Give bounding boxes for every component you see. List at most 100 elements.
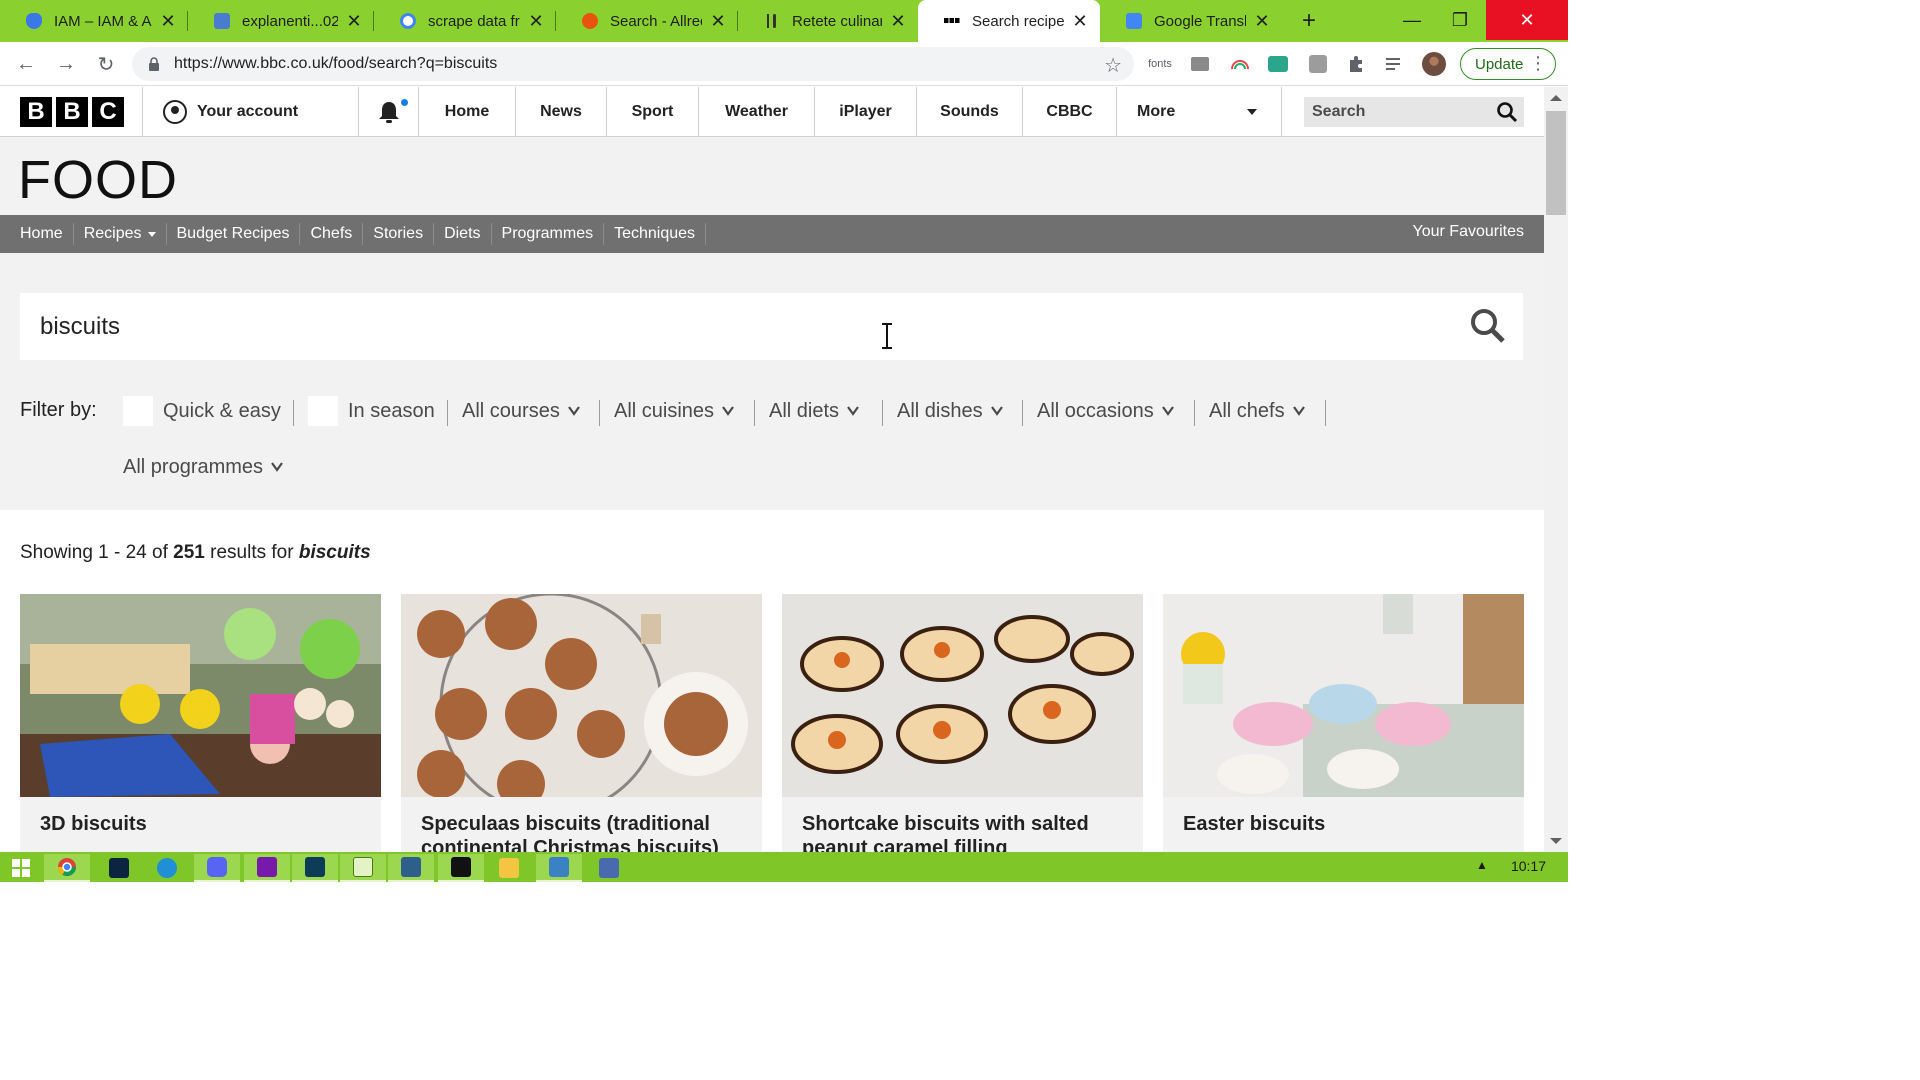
app-taskbar-icon[interactable] [292,854,338,882]
subnav-budget-recipes[interactable]: Budget Recipes [167,223,301,245]
masthead-search-input[interactable]: Search [1304,97,1524,127]
masthead-nav-more[interactable]: More [1116,87,1281,137]
masthead-nav-cbbc[interactable]: CBBC [1022,87,1116,137]
discord-taskbar-icon[interactable] [194,854,240,882]
checkbox[interactable] [308,396,338,426]
subnav-techniques[interactable]: Techniques [604,223,707,245]
food-title[interactable]: FOOD [18,149,178,211]
filter-all-chefs[interactable]: All chefs [1209,395,1305,427]
browser-tab[interactable]: scrape data fro ✕ [374,0,556,42]
masthead-nav-sport[interactable]: Sport [606,87,698,137]
close-icon[interactable]: ✕ [890,11,906,32]
filter-in-season[interactable]: In season [308,395,435,427]
file-explorer-taskbar-icon[interactable] [486,854,532,882]
reader-taskbar-icon[interactable] [388,854,434,882]
chrome-taskbar-icon[interactable] [44,854,90,882]
subnav-chefs[interactable]: Chefs [300,223,364,245]
masthead-nav-weather[interactable]: Weather [698,87,814,137]
minimize-icon[interactable]: — [1388,0,1436,40]
recipe-card[interactable]: 3D biscuits [20,594,381,854]
masthead-nav-iplayer[interactable]: iPlayer [814,87,916,137]
masthead-nav-sounds[interactable]: Sounds [916,87,1022,137]
subnav-stories[interactable]: Stories [363,223,435,245]
your-favourites-link[interactable]: Your Favourites [1413,223,1524,241]
back-arrow-icon[interactable]: ← [12,50,40,78]
bookmark-star-icon[interactable]: ☆ [1104,53,1122,78]
page-scrollbar[interactable] [1544,87,1568,852]
browser-tab[interactable]: Google Translat ✕ [1100,0,1282,42]
reload-icon[interactable]: ↻ [92,50,120,78]
fonts-extension-icon[interactable]: fonts [1148,52,1172,76]
k-extension-icon[interactable] [1306,52,1330,76]
update-button[interactable]: Update ⋮ [1460,48,1556,80]
tray-chevron-icon[interactable]: ▲ [1476,858,1488,872]
chevron-down-icon [722,406,734,416]
your-account-link[interactable]: Your account [142,87,358,137]
caret-down-icon [147,231,156,237]
recipe-title[interactable]: Speculaas biscuits (traditional continen… [421,812,741,854]
notepad-taskbar-icon[interactable] [340,854,386,882]
recipe-card[interactable]: Easter biscuits [1163,594,1524,854]
filter-all-courses[interactable]: All courses [462,395,580,427]
edge-taskbar-icon[interactable] [144,854,190,882]
close-icon[interactable]: ✕ [160,11,176,32]
notification-dot [401,99,408,106]
diamond-extension-icon[interactable] [1266,52,1290,76]
subnav-recipes[interactable]: Recipes [74,223,167,245]
browser-tab[interactable]: explanenti...020 ✕ [188,0,374,42]
masthead-nav-news[interactable]: News [515,87,606,137]
kebab-menu-icon[interactable]: ⋮ [1529,53,1547,74]
avatar[interactable] [1422,52,1446,76]
forward-arrow-icon[interactable]: → [52,50,80,78]
bbc-logo[interactable]: B B C [20,97,124,127]
google-icon [400,13,416,29]
search-icon[interactable] [1469,307,1507,345]
browser-tab[interactable]: Retete culinare ✕ [738,0,918,42]
network-taskbar-icon[interactable] [586,854,632,882]
close-icon[interactable]: ✕ [710,11,726,32]
search-icon[interactable] [1496,101,1518,123]
reading-list-icon[interactable] [1384,52,1408,76]
windows-start-icon[interactable] [0,854,42,882]
subnav-diets[interactable]: Diets [434,223,492,245]
browser-tab-active[interactable]: Search recipes - ✕ [918,0,1100,42]
recipe-title[interactable]: Easter biscuits [1183,812,1503,836]
filter-all-occasions[interactable]: All occasions [1037,395,1174,427]
close-icon[interactable]: ✕ [346,11,362,32]
onenote-taskbar-icon[interactable] [244,854,290,882]
remote-desktop-taskbar-icon[interactable] [536,854,582,882]
photoshop-taskbar-icon[interactable] [96,854,142,882]
notifications-bell-icon[interactable] [358,87,418,137]
checkbox[interactable] [123,396,153,426]
subnav-home[interactable]: Home [10,223,74,245]
address-bar[interactable]: https://www.bbc.co.uk/food/search?q=bisc… [132,47,1134,81]
filter-all-programmes[interactable]: All programmes [123,451,283,483]
terminal-taskbar-icon[interactable] [438,854,484,882]
filter-all-diets[interactable]: All diets [769,395,859,427]
close-icon[interactable]: ✕ [1254,11,1270,32]
subnav-programmes[interactable]: Programmes [492,223,605,245]
filter-quick-easy[interactable]: Quick & easy [123,395,281,427]
puzzle-extensions-icon[interactable] [1344,52,1368,76]
browser-tab[interactable]: Search - Allreci ✕ [556,0,738,42]
recipe-search-input[interactable]: biscuits [20,293,1523,360]
filter-all-cuisines[interactable]: All cuisines [614,395,734,427]
new-tab-button[interactable]: + [1296,8,1322,34]
close-icon[interactable]: ✕ [1072,11,1088,32]
recipe-title[interactable]: 3D biscuits [40,812,360,836]
taskbar-clock[interactable]: 10:17 [1511,858,1546,874]
recipe-card[interactable]: Shortcake biscuits with salted peanut ca… [782,594,1143,854]
scroll-down-arrow-icon[interactable] [1550,838,1562,844]
close-icon[interactable]: ✕ [528,11,544,32]
browser-tab[interactable]: IAM – IAM & Ad ✕ [0,0,188,42]
scrollbar-thumb[interactable] [1546,111,1566,215]
masthead-nav-home[interactable]: Home [418,87,515,137]
restore-icon[interactable]: ❐ [1436,0,1484,40]
css-extension-icon[interactable] [1188,52,1212,76]
recipe-card[interactable]: Speculaas biscuits (traditional continen… [401,594,762,854]
filter-all-dishes[interactable]: All dishes [897,395,1003,427]
scroll-up-arrow-icon[interactable] [1550,95,1562,101]
window-close-icon[interactable]: ✕ [1486,0,1568,40]
recipe-title[interactable]: Shortcake biscuits with salted peanut ca… [802,812,1122,854]
rainbow-extension-icon[interactable] [1228,52,1252,76]
